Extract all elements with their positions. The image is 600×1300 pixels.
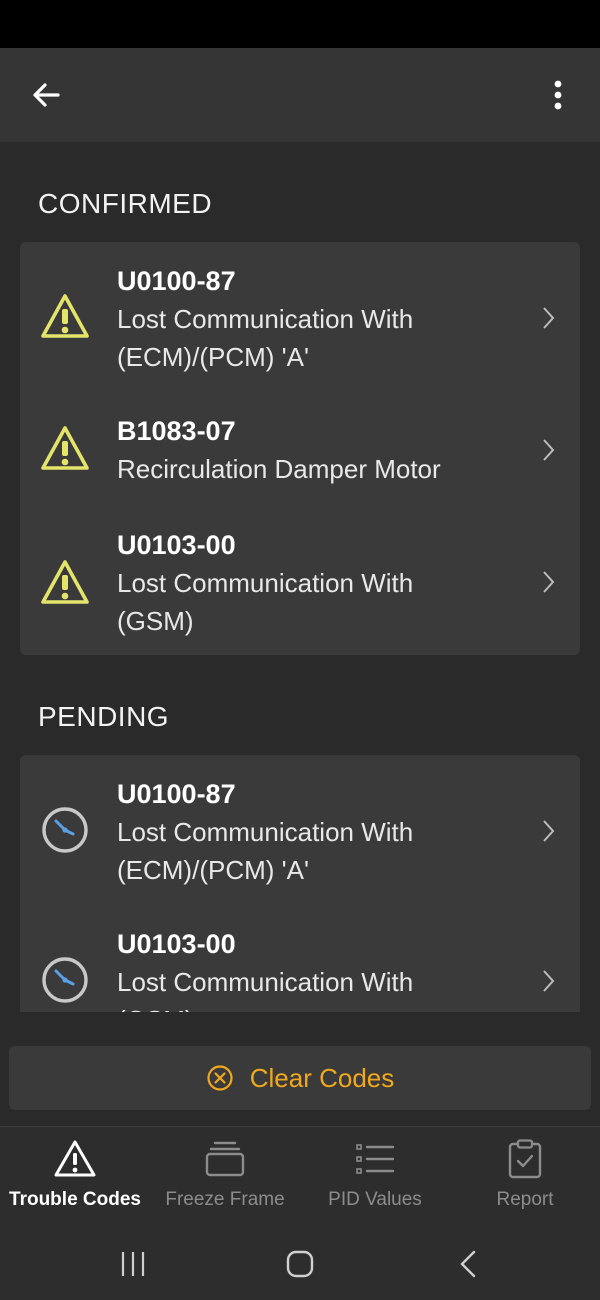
tab-label: PID Values <box>328 1189 422 1210</box>
warning-outline-icon <box>54 1140 96 1177</box>
back-button[interactable] <box>22 71 70 119</box>
list-item[interactable]: U0100-87 Lost Communication With (ECM)/(… <box>20 755 580 905</box>
warning-icon <box>41 426 89 470</box>
chevron-right-icon <box>543 970 555 992</box>
code-description: (GSM) <box>117 1001 520 1012</box>
bottom-navigation: Trouble Codes Freeze Frame PID Values Re… <box>0 1126 600 1226</box>
recent-apps-icon <box>121 1252 145 1276</box>
code-description: Lost Communication With <box>117 568 414 598</box>
tab-trouble-codes[interactable]: Trouble Codes <box>0 1127 150 1227</box>
chevron-left-icon <box>460 1250 476 1278</box>
system-back-button[interactable] <box>448 1244 488 1284</box>
code-description: (GSM) <box>117 606 194 636</box>
more-vert-icon <box>554 80 562 110</box>
code-id: U0100-87 <box>117 779 236 809</box>
warning-icon <box>41 294 89 338</box>
list-item[interactable]: U0103-00 Lost Communication With (GSM) <box>20 905 580 1012</box>
pending-card: U0100-87 Lost Communication With (ECM)/(… <box>20 755 580 1012</box>
list-icon <box>356 1144 395 1174</box>
clock-icon <box>42 957 88 1003</box>
warning-icon <box>41 560 89 604</box>
code-description: Lost Communication With <box>117 304 414 334</box>
confirmed-card: U0100-87 Lost Communication With (ECM)/(… <box>20 242 580 655</box>
arrow-left-icon <box>33 83 60 107</box>
code-id: U0103-00 <box>117 530 236 560</box>
code-description: (ECM)/(PCM) 'A' <box>117 342 309 372</box>
recent-apps-button[interactable] <box>113 1244 153 1284</box>
section-header-confirmed: CONFIRMED <box>38 188 213 219</box>
stack-icon <box>205 1141 245 1177</box>
clipboard-check-icon <box>508 1139 542 1179</box>
close-circle-icon <box>207 1065 233 1091</box>
clear-codes-button[interactable]: Clear Codes <box>9 1046 591 1110</box>
code-description: Lost Communication With <box>117 817 414 847</box>
clock-icon <box>42 807 88 853</box>
tab-label: Freeze Frame <box>165 1189 285 1210</box>
code-description: Lost Communication With <box>117 967 414 997</box>
chevron-right-icon <box>543 820 555 842</box>
clear-codes-label: Clear Codes <box>249 1062 395 1093</box>
list-item[interactable]: U0100-87 Lost Communication With (ECM)/(… <box>20 242 580 380</box>
list-item[interactable]: B1083-07 Recirculation Damper Motor <box>20 380 580 506</box>
code-id: B1083-07 <box>117 416 236 446</box>
chevron-right-icon <box>543 307 555 329</box>
status-bar <box>0 0 600 48</box>
tab-freeze-frame[interactable]: Freeze Frame <box>150 1127 300 1227</box>
system-navigation-bar <box>0 1226 600 1300</box>
chevron-right-icon <box>543 439 555 461</box>
more-options-button[interactable] <box>534 71 582 119</box>
home-icon <box>286 1250 314 1278</box>
chevron-right-icon <box>543 571 555 593</box>
section-header-pending: PENDING <box>38 701 170 732</box>
code-description: Recirculation Damper Motor <box>117 454 441 484</box>
app-bar <box>0 48 600 142</box>
tab-pid-values[interactable]: PID Values <box>300 1127 450 1227</box>
list-item[interactable]: U0103-00 Lost Communication With (GSM) <box>20 506 580 655</box>
code-id: U0103-00 <box>117 929 236 959</box>
trouble-codes-list[interactable]: CONFIRMED U0100-87 Lost Communication Wi… <box>0 142 600 1012</box>
code-id: U0100-87 <box>117 266 236 296</box>
tab-label: Trouble Codes <box>9 1189 141 1210</box>
tab-report[interactable]: Report <box>450 1127 600 1227</box>
code-description: (ECM)/(PCM) 'A' <box>117 855 309 885</box>
tab-label: Report <box>496 1189 554 1210</box>
home-button[interactable] <box>280 1244 320 1284</box>
